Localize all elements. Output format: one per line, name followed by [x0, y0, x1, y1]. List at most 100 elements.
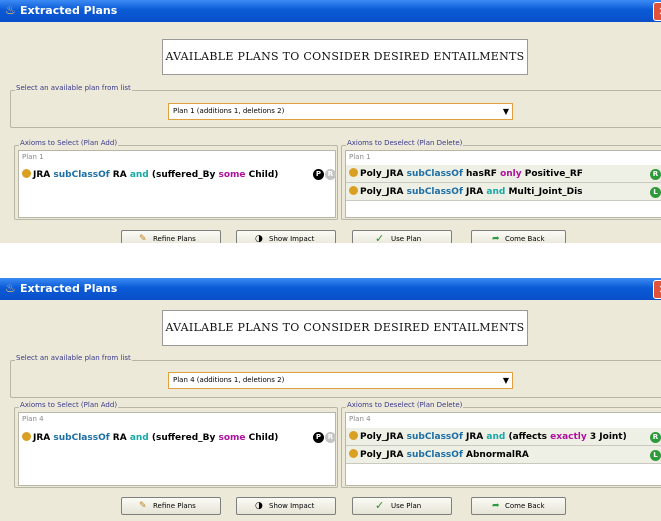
axiom-token: subClassOf: [53, 170, 113, 180]
axiom-dot-icon: [22, 169, 31, 178]
chevron-down-icon[interactable]: ▼: [503, 373, 509, 388]
badge-p-icon[interactable]: P: [313, 432, 324, 443]
plan-add-label: Plan 1: [22, 153, 44, 161]
badge-p-icon[interactable]: P: [313, 169, 324, 180]
show-impact-label: Show Impact: [269, 235, 315, 243]
extracted-plans-window-1: ♨ Extracted Plans ✕ AVAILABLE PLANS TO C…: [0, 0, 661, 243]
plan-delete-label: Plan 4: [349, 415, 371, 423]
axiom-token: only: [500, 169, 525, 179]
plan-add-list[interactable]: Plan 1 JRA subClassOf RA and (suffered_B…: [18, 150, 336, 218]
axiom-delete-text-2: Poly_JRA subClassOf AbnormalRA: [349, 449, 529, 460]
badge-r-icon[interactable]: R: [650, 432, 661, 443]
refine-plans-button[interactable]: ✎ Refine Plans: [121, 497, 221, 515]
refine-plans-button[interactable]: ✎ Refine Plans: [121, 230, 221, 243]
return-arrow-icon: ➦: [492, 501, 500, 511]
selected-plan-value: Plan 4 (additions 1, deletions 2): [173, 376, 285, 384]
refine-plans-label: Refine Plans: [153, 502, 196, 510]
pencil-icon: ✎: [139, 234, 147, 243]
axiom-token: subClassOf: [406, 169, 466, 179]
badge-r-icon[interactable]: R: [650, 169, 661, 180]
axiom-delete-text-1: Poly_JRA subClassOf hasRF only Positive_…: [349, 168, 583, 179]
java-cup-icon: ♨: [5, 3, 16, 17]
axiom-token: JRA: [33, 433, 54, 443]
badge-r-icon[interactable]: R: [325, 432, 336, 443]
page-title: AVAILABLE PLANS TO CONSIDER DESIRED ENTA…: [162, 310, 528, 346]
axiom-add-row[interactable]: JRA subClassOf RA and (suffered_By some …: [22, 169, 278, 180]
axiom-delete-text-1: Poly_JRA subClassOf JRA and (affects exa…: [349, 431, 627, 442]
come-back-button[interactable]: ➦ Come Back: [471, 230, 566, 243]
refine-plans-label: Refine Plans: [153, 235, 196, 243]
axiom-token: Poly_JRA: [360, 169, 407, 179]
badge-r-icon[interactable]: R: [325, 169, 336, 180]
plan-delete-list[interactable]: Plan 4 Poly_JRA subClassOf JRA and (affe…: [345, 412, 661, 486]
come-back-label: Come Back: [505, 502, 545, 510]
axiom-token: RA: [112, 170, 130, 180]
close-icon[interactable]: ✕: [653, 2, 661, 21]
plan-add-list[interactable]: Plan 4 JRA subClassOf RA and (suffered_B…: [18, 412, 336, 486]
plan-add-legend: Axioms to Select (Plan Add): [19, 139, 119, 147]
axiom-add-row[interactable]: JRA subClassOf RA and (suffered_By some …: [22, 432, 278, 443]
axiom-token: some: [218, 170, 249, 180]
plan-delete-list[interactable]: Plan 1 Poly_JRA subClassOf hasRF only Po…: [345, 150, 661, 218]
plan-select-dropdown[interactable]: Plan 1 (additions 1, deletions 2) ▼: [168, 103, 513, 120]
axiom-token: exactly: [550, 432, 590, 442]
plan-select-legend: Select an available plan from list: [15, 84, 132, 92]
plan-delete-legend: Axioms to Deselect (Plan Delete): [346, 139, 464, 147]
axiom-token: Child): [248, 433, 279, 443]
java-cup-icon: ♨: [5, 281, 16, 295]
plan-select-legend: Select an available plan from list: [15, 354, 132, 362]
axiom-token: subClassOf: [53, 433, 113, 443]
axiom-token: JRA: [33, 170, 54, 180]
half-moon-icon: ◑: [255, 501, 263, 511]
use-plan-button[interactable]: ✓ Use Plan: [352, 497, 452, 515]
axiom-token: Child): [248, 170, 279, 180]
axiom-token: Poly_JRA: [360, 450, 407, 460]
return-arrow-icon: ➦: [492, 234, 500, 243]
checkmark-icon: ✓: [375, 232, 385, 243]
window-titlebar[interactable]: ♨ Extracted Plans ✕: [0, 0, 661, 22]
axiom-token: hasRF: [466, 169, 501, 179]
axiom-token: subClassOf: [406, 187, 466, 197]
axiom-token: and: [129, 170, 152, 180]
axiom-dot-icon: [22, 432, 31, 441]
plan-delete-label: Plan 1: [349, 153, 371, 161]
axiom-token: (suffered_By: [151, 433, 219, 443]
axiom-dot-icon: [349, 168, 358, 177]
selected-plan-value: Plan 1 (additions 1, deletions 2): [173, 107, 285, 115]
axiom-token: and: [129, 433, 152, 443]
axiom-delete-text-2: Poly_JRA subClassOf JRA and Multi_Joint_…: [349, 186, 583, 197]
plan-add-legend: Axioms to Select (Plan Add): [19, 401, 119, 409]
show-impact-button[interactable]: ◑ Show Impact: [236, 230, 336, 243]
axiom-token: and: [486, 187, 509, 197]
close-icon[interactable]: ✕: [653, 280, 661, 299]
axiom-token: RA: [112, 433, 130, 443]
come-back-button[interactable]: ➦ Come Back: [471, 497, 566, 515]
axiom-token: (affects: [508, 432, 551, 442]
axiom-token: subClassOf: [406, 432, 466, 442]
axiom-token: Poly_JRA: [360, 432, 407, 442]
axiom-token: and: [486, 432, 509, 442]
axiom-token: JRA: [466, 432, 487, 442]
pencil-icon: ✎: [139, 501, 147, 511]
plan-delete-legend: Axioms to Deselect (Plan Delete): [346, 401, 464, 409]
axiom-token: Positive_RF: [524, 169, 583, 179]
come-back-label: Come Back: [505, 235, 545, 243]
window-titlebar[interactable]: ♨ Extracted Plans ✕: [0, 278, 661, 300]
chevron-down-icon[interactable]: ▼: [503, 104, 509, 119]
axiom-token: some: [218, 433, 249, 443]
use-plan-label: Use Plan: [391, 502, 422, 510]
axiom-token: (suffered_By: [151, 170, 219, 180]
axiom-dot-icon: [349, 431, 358, 440]
plan-select-dropdown[interactable]: Plan 4 (additions 1, deletions 2) ▼: [168, 372, 513, 389]
axiom-token: Poly_JRA: [360, 187, 407, 197]
axiom-token: JRA: [466, 187, 487, 197]
checkmark-icon: ✓: [375, 499, 385, 512]
extracted-plans-window-2: ♨ Extracted Plans ✕ AVAILABLE PLANS TO C…: [0, 278, 661, 521]
axiom-dot-icon: [349, 449, 358, 458]
half-moon-icon: ◑: [255, 234, 263, 243]
badge-l-icon[interactable]: L: [650, 187, 661, 198]
show-impact-button[interactable]: ◑ Show Impact: [236, 497, 336, 515]
use-plan-button[interactable]: ✓ Use Plan: [352, 230, 452, 243]
badge-l-icon[interactable]: L: [650, 450, 661, 461]
page-title: AVAILABLE PLANS TO CONSIDER DESIRED ENTA…: [162, 39, 528, 75]
